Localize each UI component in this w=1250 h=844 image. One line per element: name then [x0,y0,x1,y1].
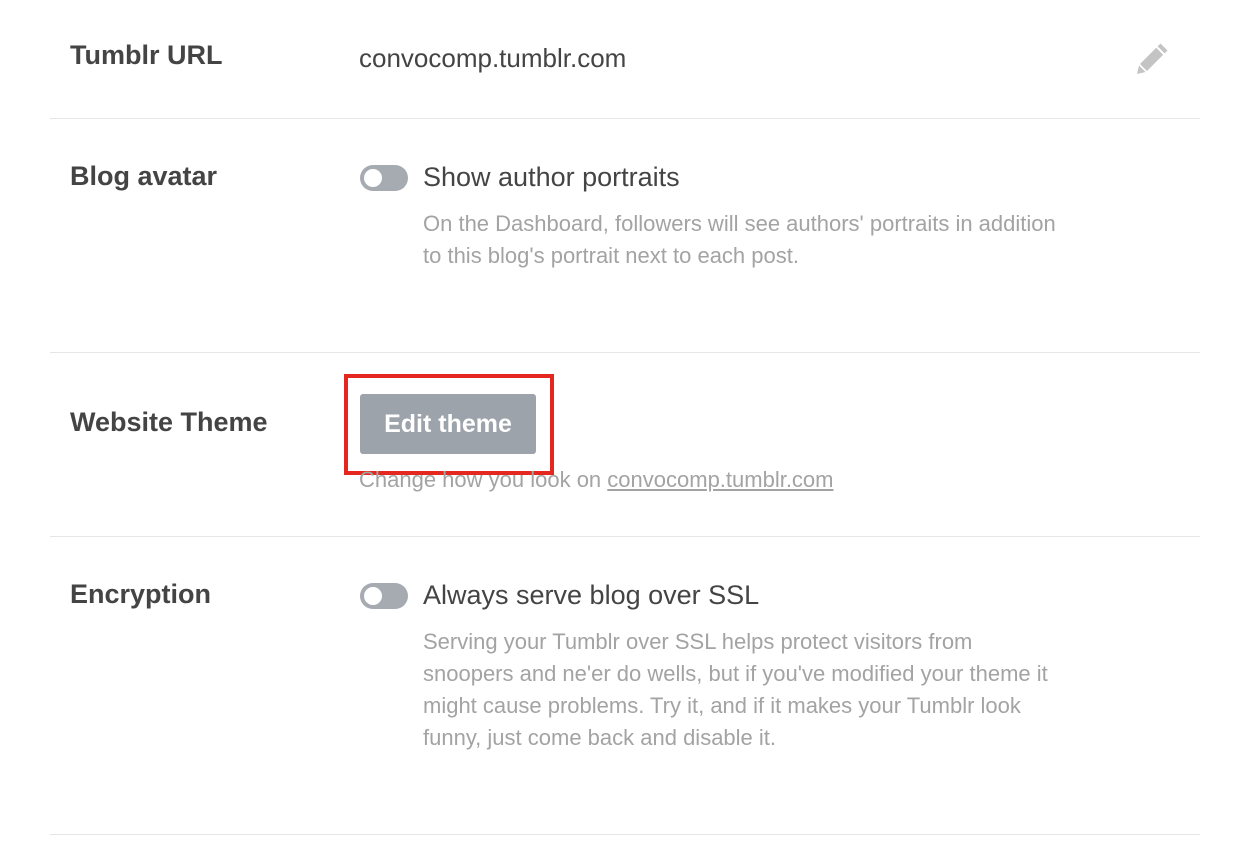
blog-avatar-help-text: On the Dashboard, followers will see aut… [423,211,1056,268]
tumblr-url-row: Tumblr URL convocomp.tumblr.com [50,0,1200,118]
pencil-icon[interactable] [1136,41,1170,75]
website-theme-label: Website Theme [70,407,268,437]
blog-avatar-label: Blog avatar [70,161,218,191]
divider [50,834,1200,835]
ssl-toggle[interactable] [360,583,408,609]
toggle-knob [364,169,382,187]
encryption-row: Encryption Always serve blog over SSL Se… [50,537,1200,834]
website-theme-help-text: Change how you look on convocomp.tumblr.… [359,467,834,493]
show-author-portraits-toggle[interactable] [360,165,408,191]
website-theme-row: Website Theme Edit theme Change how you … [50,353,1200,536]
encryption-label: Encryption [70,579,212,609]
toggle-knob [364,587,382,605]
tumblr-url-value: convocomp.tumblr.com [359,43,627,73]
encryption-help-text: Serving your Tumblr over SSL helps prote… [423,629,1048,750]
blog-url-link[interactable]: convocomp.tumblr.com [607,467,833,492]
ssl-toggle-label: Always serve blog over SSL [423,580,760,610]
tumblr-url-label: Tumblr URL [70,40,223,70]
show-author-portraits-label: Show author portraits [423,162,680,192]
edit-theme-button[interactable]: Edit theme [360,394,536,454]
blog-avatar-row: Blog avatar Show author portraits On the… [50,119,1200,352]
website-theme-help-prefix: Change how you look on [359,467,608,492]
